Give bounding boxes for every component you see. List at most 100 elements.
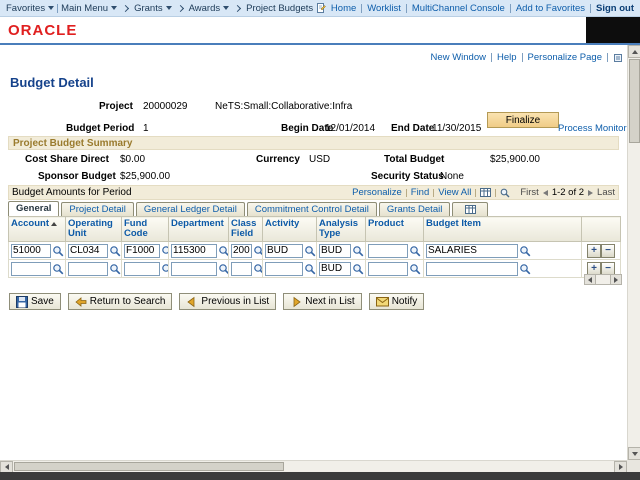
lookup-icon[interactable] xyxy=(409,245,421,257)
scroll-down-button[interactable] xyxy=(628,447,640,460)
department-input[interactable] xyxy=(171,243,217,258)
lookup-icon[interactable] xyxy=(519,245,531,257)
horizontal-scroll-thumb[interactable] xyxy=(14,462,284,471)
lookup-icon[interactable] xyxy=(304,263,316,275)
view-all-link[interactable]: View All xyxy=(438,187,471,198)
account-input[interactable] xyxy=(11,261,51,276)
column-header-department[interactable]: Department xyxy=(168,216,229,242)
add-row-button[interactable]: + xyxy=(587,243,601,258)
lookup-icon[interactable] xyxy=(304,245,316,257)
begin-date-value: 12/01/2014 xyxy=(325,123,376,134)
column-header-account[interactable]: Account xyxy=(8,216,66,242)
operating-unit-input[interactable] xyxy=(68,243,108,258)
page-toolbar: Save Return to Search Previous in List N… xyxy=(9,293,425,310)
lookup-icon[interactable] xyxy=(409,263,421,275)
fund-code-input[interactable] xyxy=(124,261,160,276)
add-to-favorites-link[interactable]: Add to Favorites xyxy=(516,3,585,14)
finalize-button[interactable]: Finalize xyxy=(487,112,559,128)
sign-out-link[interactable]: Sign out xyxy=(596,3,634,14)
lookup-icon[interactable] xyxy=(519,263,531,275)
budget-item-input[interactable] xyxy=(426,243,518,258)
lookup-icon[interactable] xyxy=(218,245,229,257)
column-header-analysis-type[interactable]: Analysis Type xyxy=(316,216,366,242)
triangle-right-icon xyxy=(618,464,623,470)
find-link[interactable]: Find xyxy=(411,187,429,198)
class-field-input[interactable] xyxy=(231,261,252,276)
show-all-columns-tab[interactable] xyxy=(452,202,489,216)
notify-button[interactable]: Notify xyxy=(368,293,425,310)
home-link[interactable]: Home xyxy=(331,3,356,14)
previous-in-list-button[interactable]: Previous in List xyxy=(179,293,277,310)
tab-commitment-control-detail[interactable]: Commitment Control Detail xyxy=(246,202,377,216)
last-link[interactable]: Last xyxy=(597,187,615,198)
column-header-product[interactable]: Product xyxy=(365,216,424,242)
budget-item-input[interactable] xyxy=(426,261,518,276)
lookup-icon[interactable] xyxy=(253,245,263,257)
breadcrumb-awards[interactable]: Awards xyxy=(189,3,221,14)
sponsor-budget-value: $25,900.00 xyxy=(120,171,171,182)
first-link[interactable]: First xyxy=(520,187,538,198)
separator xyxy=(490,53,492,62)
separator xyxy=(361,3,363,13)
vertical-scrollbar[interactable] xyxy=(627,45,640,460)
copy-url-icon[interactable] xyxy=(613,53,623,63)
lookup-icon[interactable] xyxy=(352,263,364,275)
lookup-icon[interactable] xyxy=(253,263,263,275)
multichannel-console-link[interactable]: MultiChannel Console xyxy=(412,3,505,14)
activity-input[interactable] xyxy=(265,243,303,258)
next-page-icon[interactable] xyxy=(588,189,594,196)
tab-general[interactable]: General xyxy=(8,201,60,216)
favorites-menu[interactable]: Favorites xyxy=(6,3,45,14)
vertical-scroll-thumb[interactable] xyxy=(629,59,640,143)
page-links: New Window Help Personalize Page xyxy=(431,52,623,63)
help-link[interactable]: Help xyxy=(497,52,517,63)
personalize-page-link[interactable]: Personalize Page xyxy=(528,52,602,63)
lookup-icon[interactable] xyxy=(52,245,64,257)
activity-input[interactable] xyxy=(265,261,303,276)
tab-grants-detail[interactable]: Grants Detail xyxy=(378,202,451,216)
lookup-icon[interactable] xyxy=(52,263,64,275)
product-input[interactable] xyxy=(368,261,408,276)
breadcrumb-grants[interactable]: Grants xyxy=(134,3,163,14)
scroll-track[interactable] xyxy=(596,274,610,285)
main-menu[interactable]: Main Menu xyxy=(61,3,108,14)
lookup-icon[interactable] xyxy=(161,245,169,257)
lookup-icon[interactable] xyxy=(218,263,229,275)
lookup-icon[interactable] xyxy=(352,245,364,257)
column-header-budget-item[interactable]: Budget Item xyxy=(423,216,582,242)
previous-page-icon[interactable] xyxy=(542,189,548,196)
analysis-type-input[interactable] xyxy=(319,243,351,258)
operating-unit-input[interactable] xyxy=(68,261,108,276)
new-window-link[interactable]: New Window xyxy=(431,52,486,63)
edit-page-icon[interactable] xyxy=(316,3,327,13)
lookup-icon[interactable] xyxy=(161,263,169,275)
analysis-type-input[interactable] xyxy=(319,261,351,276)
lookup-icon[interactable] xyxy=(109,245,121,257)
column-header-operating-unit[interactable]: Operating Unit xyxy=(65,216,122,242)
department-input[interactable] xyxy=(171,261,217,276)
download-icon[interactable] xyxy=(480,187,492,198)
lookup-icon[interactable] xyxy=(109,263,121,275)
personalize-link[interactable]: Personalize xyxy=(352,187,402,198)
account-input[interactable] xyxy=(11,243,51,258)
scroll-right-button[interactable] xyxy=(610,274,622,285)
scroll-up-button[interactable] xyxy=(628,45,640,58)
column-header-activity[interactable]: Activity xyxy=(262,216,317,242)
fund-code-input[interactable] xyxy=(124,243,160,258)
return-to-search-button[interactable]: Return to Search xyxy=(67,293,173,310)
tab-project-detail[interactable]: Project Detail xyxy=(61,202,134,216)
zoom-icon[interactable] xyxy=(500,188,510,198)
scroll-left-button[interactable] xyxy=(584,274,596,285)
product-input[interactable] xyxy=(368,243,408,258)
tab-general-ledger-detail[interactable]: General Ledger Detail xyxy=(135,202,245,216)
class-field-input[interactable] xyxy=(231,243,252,258)
next-in-list-button[interactable]: Next in List xyxy=(283,293,362,310)
horizontal-scrollbar[interactable] xyxy=(0,460,627,473)
delete-row-button[interactable]: − xyxy=(601,243,615,258)
worklist-link[interactable]: Worklist xyxy=(367,3,401,14)
column-header-class-field[interactable]: Class Field xyxy=(228,216,263,242)
process-monitor-link[interactable]: Process Monitor xyxy=(558,123,627,134)
column-header-fund-code[interactable]: Fund Code xyxy=(121,216,169,242)
save-button[interactable]: Save xyxy=(9,293,61,310)
grid-horizontal-scrollbar[interactable] xyxy=(584,274,622,285)
